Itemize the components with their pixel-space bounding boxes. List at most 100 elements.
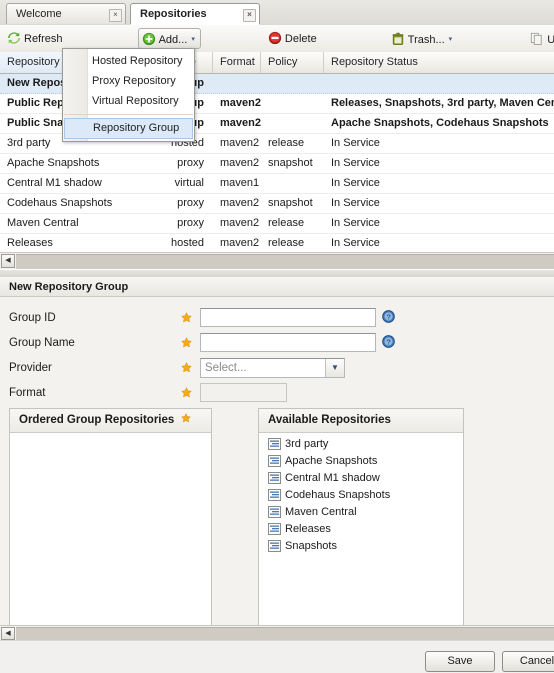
form-button-bar: Save Cancel [0,640,554,673]
table-row[interactable]: Codehaus Snapshots proxy maven2 snapshot In … [0,194,554,214]
ordered-group-repositories-list[interactable] [10,433,211,626]
repository-list-icon [268,438,281,450]
cancel-button[interactable]: Cancel [502,651,554,672]
scroll-left-arrow-icon[interactable]: ◀ [1,254,15,268]
repository-list-icon [268,489,281,501]
cell-policy: snapshot [268,157,313,169]
new-repository-group-form: New Repository Group Group ID ? Group Na… [0,277,554,639]
cell-policy: snapshot [268,197,313,209]
tab-repositories[interactable]: Repositories × [130,3,260,25]
tab-repositories-close-icon[interactable]: × [243,8,256,22]
grid-horizontal-scrollbar[interactable]: ◀ [0,252,554,269]
cell-format: maven2 [220,197,260,209]
format-input [200,383,287,402]
form-row-provider: Provider Select... ▼ [0,356,554,381]
tab-welcome-close-icon[interactable]: × [109,8,122,22]
user-managed-repositories-label: User Managed Repositories [547,34,554,46]
trash-chevron-down-icon: ▾ [448,36,453,43]
scroll-track[interactable] [16,254,554,269]
cell-policy [261,114,324,133]
tab-welcome-label: Welcome [16,8,62,20]
menu-separator [64,114,193,115]
list-item[interactable]: Central M1 shadow [259,470,463,487]
cell-format: maven2 [220,217,260,229]
format-label: Format [9,387,46,399]
list-item[interactable]: Maven Central [259,504,463,521]
list-item-label: Maven Central [285,506,357,518]
menu-item-repository-group[interactable]: Repository Group [64,118,193,139]
delete-icon [268,31,282,53]
required-star-icon [181,387,192,398]
column-header-policy[interactable]: Policy [261,52,324,73]
form-row-format: Format [0,381,554,406]
cell-status: In Service [331,237,380,249]
available-repositories-list[interactable]: 3rd party Apache Snapshots Central M1 shad… [259,433,463,626]
required-star-icon [181,362,192,373]
cell-format: maven2 [220,97,261,109]
cell-format: maven2 [220,157,260,169]
trash-button[interactable]: Trash... ▾ [387,28,458,49]
scroll-left-arrow-icon[interactable]: ◀ [1,627,15,640]
table-row[interactable]: Central M1 shadow virtual maven1 In Service [0,174,554,194]
user-managed-repositories-button[interactable]: User Managed Repositories▾ [526,28,554,49]
form-title: New Repository Group [0,277,554,297]
cell-status: Releases, Snapshots, 3rd party, Maven Ce… [331,97,554,109]
svg-text:?: ? [386,312,390,321]
ordered-group-repositories-panel: Ordered Group Repositories [9,408,212,627]
cell-format [213,74,261,93]
column-header-format[interactable]: Format [213,52,261,73]
table-row[interactable]: Releases hosted maven2 release In Service [0,234,554,254]
form-horizontal-scrollbar[interactable]: ◀ [0,625,554,641]
list-item[interactable]: 3rd party [259,436,463,453]
required-star-icon [181,409,192,423]
menu-item-hosted-repository[interactable]: Hosted Repository [63,51,194,71]
list-item[interactable]: Codehaus Snapshots [259,487,463,504]
tab-repositories-label: Repositories [140,8,207,20]
provider-selected-value: Select... [205,362,247,374]
help-icon[interactable]: ? [382,335,395,348]
cell-policy: release [268,237,305,249]
provider-select[interactable]: Select... ▼ [200,358,345,378]
tab-welcome[interactable]: Welcome × [6,3,126,24]
delete-button[interactable]: Delete [264,28,323,49]
repository-list-icon [268,540,281,552]
cell-status: In Service [331,217,380,229]
cell-repository: Maven Central [7,217,79,229]
list-item-label: 3rd party [285,438,329,450]
column-header-repository-status[interactable]: Repository Status [324,52,554,73]
cell-policy [261,94,324,113]
cell-format: maven2 [220,237,260,249]
menu-item-proxy-repository[interactable]: Proxy Repository [63,71,194,91]
required-star-icon [181,337,192,348]
list-item-label: Snapshots [285,540,337,552]
table-row[interactable]: Maven Central proxy maven2 release In Servic… [0,214,554,234]
cell-repository: Codehaus Snapshots [7,197,113,209]
group-id-label: Group ID [9,312,56,324]
trash-icon [391,32,405,54]
cell-status [324,74,554,93]
pages-copy-icon [530,32,544,54]
list-item[interactable]: Apache Snapshots [259,453,463,470]
cell-type: hosted [170,237,204,249]
table-row[interactable]: Apache Snapshots proxy maven2 snapshot In Se… [0,154,554,174]
list-item-label: Central M1 shadow [285,472,380,484]
chevron-down-icon[interactable]: ▼ [325,359,344,377]
save-button[interactable]: Save [425,651,495,672]
scroll-track[interactable] [16,627,554,641]
cell-status: In Service [331,137,380,149]
help-icon[interactable]: ? [382,310,395,323]
cell-status: Apache Snapshots, Codehaus Snapshots [331,117,549,129]
tab-strip: Welcome × Repositories × [0,0,554,26]
cell-status: In Service [331,197,380,209]
required-star-icon [181,312,192,323]
group-id-input[interactable] [200,308,376,327]
repository-manager-window: Welcome × Repositories × Refresh Add... … [0,0,554,673]
list-item[interactable]: Snapshots [259,538,463,555]
refresh-button[interactable]: Refresh [3,28,69,49]
provider-label: Provider [9,362,52,374]
list-item[interactable]: Releases [259,521,463,538]
cell-format: maven2 [220,137,260,149]
group-name-input[interactable] [200,333,376,352]
menu-item-virtual-repository[interactable]: Virtual Repository [63,91,194,111]
add-button[interactable]: Add... ▾ [137,28,201,49]
